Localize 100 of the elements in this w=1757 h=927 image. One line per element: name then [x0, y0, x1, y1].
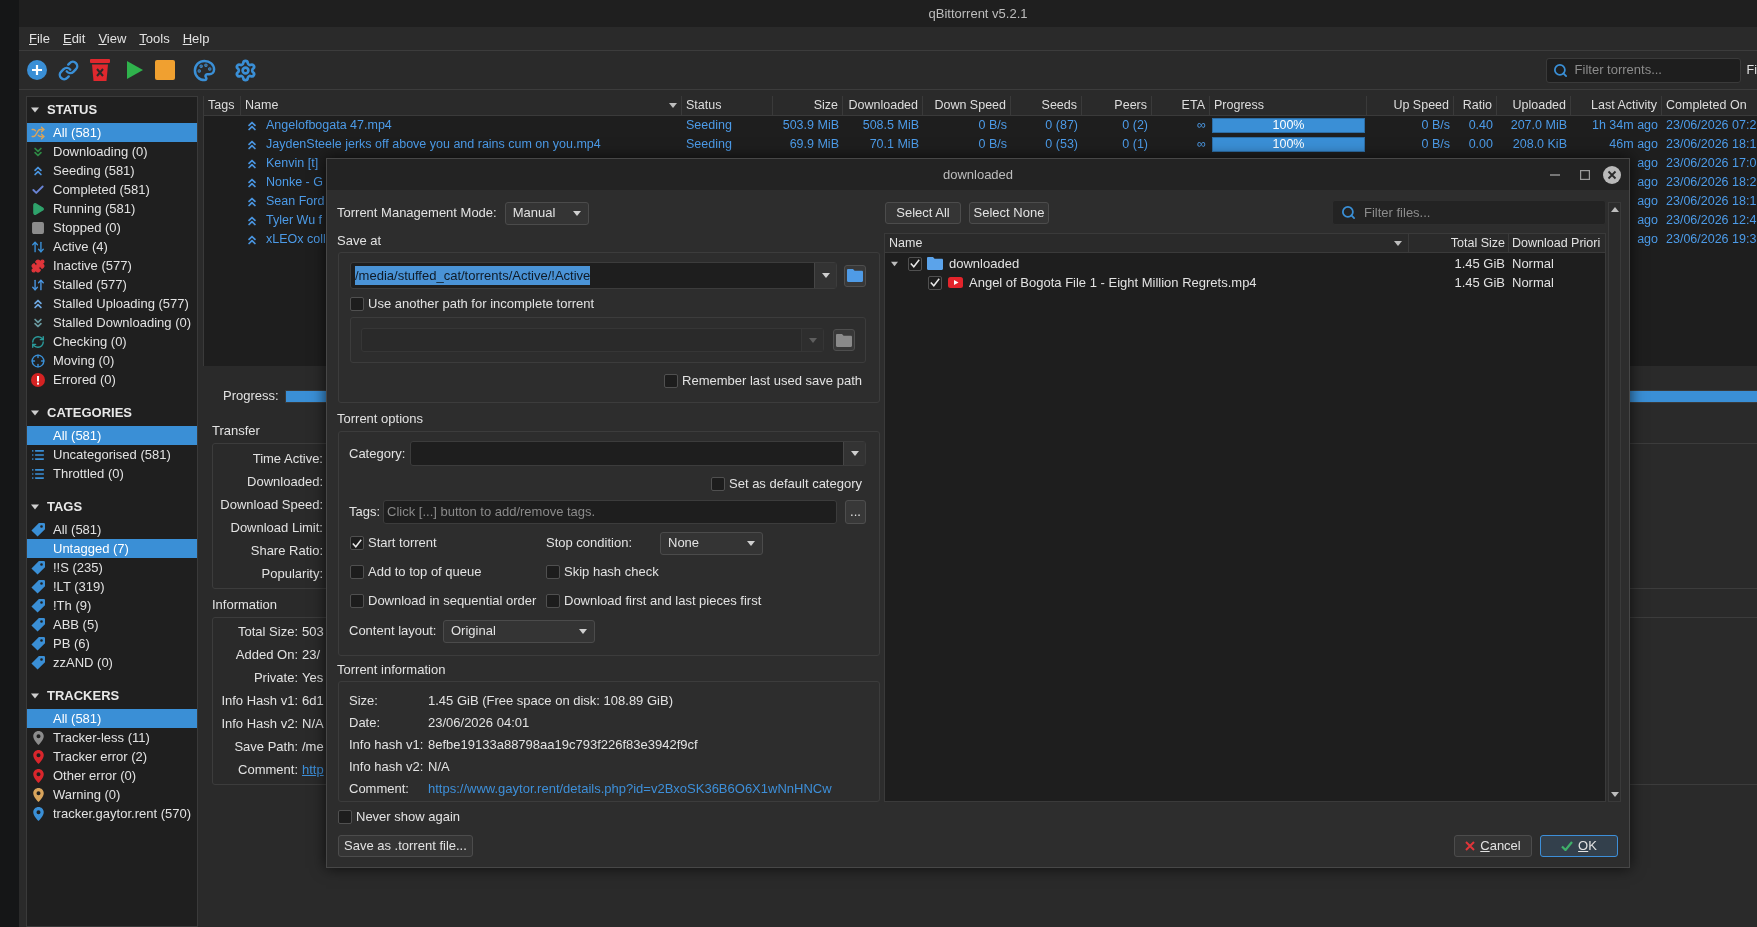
sidebar-item[interactable]: All (581) — [27, 520, 197, 539]
link-icon[interactable] — [58, 59, 79, 81]
map-pin-icon — [32, 806, 44, 821]
checkbox[interactable] — [908, 256, 922, 271]
category-field[interactable] — [410, 441, 866, 466]
sidebar-item[interactable]: Inactive (577) — [27, 256, 197, 275]
sidebar-item[interactable]: Errored (0) — [27, 370, 197, 389]
sidebar-item[interactable]: !Th (9) — [27, 596, 197, 615]
sidebar-item[interactable]: ABB (5) — [27, 615, 197, 634]
column-header[interactable]: Downloaded — [843, 96, 923, 115]
sidebar-item[interactable]: Throttled (0) — [27, 464, 197, 483]
sidebar-item[interactable]: !LT (319) — [27, 577, 197, 596]
comment-link[interactable]: http — [302, 759, 324, 780]
sidebar-item[interactable]: Tracker-less (11) — [27, 728, 197, 747]
checkbox[interactable] — [350, 297, 364, 311]
caret-down-icon[interactable] — [891, 260, 898, 267]
search-field[interactable]: Filter torrents... — [1545, 57, 1741, 83]
caret-down-icon[interactable] — [1610, 792, 1619, 797]
sidebar-item[interactable]: Warning (0) — [27, 785, 197, 804]
sidebar-item[interactable]: Checking (0) — [27, 332, 197, 351]
sidebar-item[interactable]: Stalled Uploading (577) — [27, 294, 197, 313]
maximize-icon[interactable] — [1580, 169, 1590, 180]
browse-button[interactable] — [844, 264, 866, 287]
sidebar-item[interactable]: Completed (581) — [27, 180, 197, 199]
play-icon[interactable] — [127, 61, 143, 79]
sidebar-item[interactable]: tracker.gaytor.rent (570) — [27, 804, 197, 823]
column-header[interactable]: Completed On — [1662, 96, 1757, 115]
plus-circle-icon[interactable] — [27, 60, 47, 80]
column-header[interactable]: Total Size — [1408, 234, 1508, 252]
column-header[interactable]: Uploaded — [1497, 96, 1571, 115]
map-pin-icon — [32, 749, 44, 764]
sidebar-item[interactable]: Stopped (0) — [27, 218, 197, 237]
column-header[interactable]: Size — [773, 96, 843, 115]
menu-item[interactable]: Tools — [139, 28, 170, 49]
sidebar-item[interactable]: Downloading (0) — [27, 142, 197, 161]
sidebar-item[interactable]: Other error (0) — [27, 766, 197, 785]
caret-up-icon[interactable] — [1610, 207, 1619, 212]
ok-button[interactable]: OK — [1540, 835, 1618, 857]
checkbox[interactable] — [546, 565, 560, 579]
section-header[interactable]: STATUS — [27, 99, 197, 121]
select-none-button[interactable]: Select None — [969, 201, 1049, 224]
column-header[interactable]: ETA — [1152, 96, 1210, 115]
palette-icon[interactable] — [193, 58, 216, 82]
filter-field[interactable]: Filter files... — [1332, 200, 1606, 225]
minimize-icon[interactable] — [1550, 173, 1560, 176]
cancel-button[interactable]: Cancel — [1454, 835, 1532, 857]
column-header[interactable]: Seeds — [1011, 96, 1082, 115]
column-header[interactable]: Status — [682, 96, 773, 115]
settings-icon[interactable] — [234, 58, 257, 82]
caret-down-icon — [747, 540, 755, 546]
dropdown[interactable]: Manual — [504, 201, 589, 225]
checkbox-label: Set as default category — [729, 475, 862, 494]
sidebar-item[interactable]: Stalled (577) — [27, 275, 197, 294]
menu-item[interactable]: File — [29, 28, 50, 49]
sidebar-item[interactable]: Stalled Downloading (0) — [27, 313, 197, 332]
save-torrent-button[interactable]: Save as .torrent file... — [338, 835, 473, 857]
browse-button[interactable] — [833, 329, 855, 351]
column-header[interactable]: Progress — [1210, 96, 1367, 115]
checkbox[interactable] — [711, 477, 725, 491]
vertical-scrollbar[interactable] — [1608, 202, 1621, 802]
trash-icon[interactable] — [90, 59, 110, 81]
checkbox[interactable] — [350, 565, 364, 579]
column-header[interactable]: Tags — [204, 96, 241, 115]
checkbox[interactable] — [350, 536, 364, 550]
sidebar-item[interactable]: Uncategorised (581) — [27, 445, 197, 464]
sidebar-item[interactable]: PB (6) — [27, 634, 197, 653]
menu-item[interactable]: View — [98, 28, 127, 49]
path-field[interactable]: /media/stuffed_cat/torrents/Active/!Active — [350, 262, 837, 289]
section-header[interactable]: TRACKERS — [27, 685, 197, 707]
column-header[interactable]: Name — [241, 96, 682, 115]
select-all-button[interactable]: Select All — [885, 201, 961, 224]
sidebar-item[interactable]: Moving (0) — [27, 351, 197, 370]
column-header[interactable]: Last Activity — [1571, 96, 1662, 115]
dropdown[interactable]: None — [660, 531, 763, 555]
column-header[interactable]: Name — [885, 234, 1408, 252]
column-header[interactable]: Up Speed — [1367, 96, 1454, 115]
tags-field[interactable]: Click [...] button to add/remove tags. — [383, 500, 837, 524]
menu-item[interactable]: Edit — [62, 28, 86, 49]
sidebar-item[interactable]: Running (581) — [27, 199, 197, 218]
column-header[interactable]: Download Priori — [1508, 234, 1605, 252]
tags-button[interactable]: ... — [845, 500, 866, 524]
dropdown[interactable]: Original — [443, 619, 595, 643]
comment-link[interactable]: https://www.gaytor.rent/details.php?id=v2BxoSK36B6O6X1wNnHNCw — [428, 779, 832, 799]
checkbox[interactable] — [546, 594, 560, 608]
column-header[interactable]: Down Speed — [923, 96, 1011, 115]
menu-item[interactable]: Help — [182, 28, 210, 49]
checkbox[interactable] — [928, 275, 942, 290]
checkbox[interactable] — [350, 594, 364, 608]
section-header[interactable]: CATEGORIES — [27, 402, 197, 424]
section-header[interactable]: TAGS — [27, 496, 197, 518]
column-header[interactable]: Peers — [1082, 96, 1152, 115]
checkbox[interactable] — [664, 374, 679, 388]
sidebar-item[interactable]: zzAND (0) — [27, 653, 197, 672]
sidebar-item[interactable]: Tracker error (2) — [27, 747, 197, 766]
sidebar-item[interactable]: !!S (235) — [27, 558, 197, 577]
sidebar-item[interactable]: Seeding (581) — [27, 161, 197, 180]
column-header[interactable]: Ratio — [1454, 96, 1497, 115]
checkbox[interactable] — [338, 810, 352, 824]
close-icon[interactable] — [1603, 165, 1621, 184]
sidebar-item[interactable]: Active (4) — [27, 237, 197, 256]
